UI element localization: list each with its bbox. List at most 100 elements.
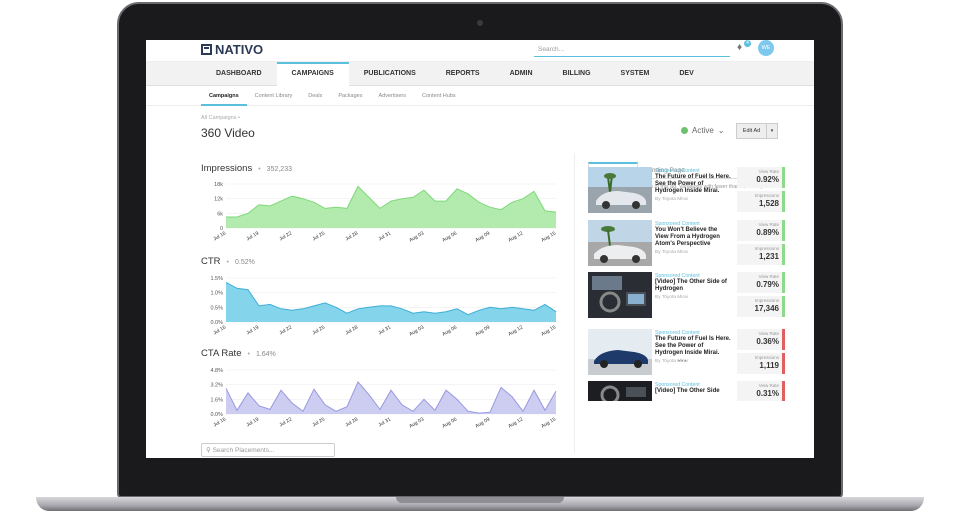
ad-variation-card[interactable]: Sponsored Content [Video] The Other Side V…	[588, 381, 785, 401]
data-point[interactable]	[367, 306, 370, 309]
data-point[interactable]	[422, 310, 425, 313]
ad-headline[interactable]: [Video] The Other Side	[655, 388, 731, 395]
avatar[interactable]: WE	[758, 40, 774, 56]
data-point[interactable]	[554, 310, 557, 313]
data-point[interactable]	[543, 303, 546, 306]
bell-icon[interactable]: ♦ 4	[737, 40, 751, 56]
data-point[interactable]	[400, 403, 403, 406]
more-indicator[interactable]: •••	[678, 359, 687, 365]
data-point[interactable]	[345, 207, 348, 210]
data-point[interactable]	[235, 287, 238, 290]
data-point[interactable]	[499, 386, 502, 389]
data-point[interactable]	[400, 197, 403, 200]
data-point[interactable]	[455, 307, 458, 310]
data-point[interactable]	[334, 206, 337, 209]
data-point[interactable]	[543, 209, 546, 212]
data-point[interactable]	[345, 312, 348, 315]
ad-thumbnail[interactable]	[588, 220, 652, 266]
data-point[interactable]	[345, 405, 348, 408]
search-placements-input[interactable]: ⚲ Search Placements...	[201, 443, 335, 457]
data-point[interactable]	[389, 200, 392, 203]
data-point[interactable]	[411, 312, 414, 315]
nav-item-publications[interactable]: PUBLICATIONS	[349, 62, 431, 86]
data-point[interactable]	[257, 304, 260, 307]
ad-variation-card[interactable]: Sponsored Content The Future of Fuel Is H…	[588, 167, 785, 213]
data-point[interactable]	[323, 403, 326, 406]
data-point[interactable]	[290, 401, 293, 404]
data-point[interactable]	[224, 387, 227, 390]
data-point[interactable]	[532, 309, 535, 312]
data-point[interactable]	[455, 187, 458, 190]
data-point[interactable]	[367, 393, 370, 396]
data-point[interactable]	[235, 409, 238, 412]
data-point[interactable]	[444, 200, 447, 203]
data-point[interactable]	[378, 304, 381, 307]
data-point[interactable]	[521, 410, 524, 413]
ad-variation-card[interactable]: Sponsored Content You Won't Believe the V…	[588, 220, 785, 266]
data-point[interactable]	[543, 409, 546, 412]
breadcrumb[interactable]: All Campaigns •	[201, 115, 240, 121]
ad-thumbnail[interactable]	[588, 272, 652, 318]
ad-headline[interactable]: [Video] The Other Side of Hydrogen	[655, 279, 731, 293]
subnav-item-packages[interactable]: Packages	[330, 86, 370, 106]
nav-item-dev[interactable]: DEV	[664, 62, 708, 86]
data-point[interactable]	[510, 201, 513, 204]
data-point[interactable]	[422, 398, 425, 401]
data-point[interactable]	[301, 307, 304, 310]
data-point[interactable]	[389, 304, 392, 307]
ad-headline[interactable]: The Future of Fuel Is Here. See the Powe…	[655, 336, 731, 357]
data-point[interactable]	[257, 404, 260, 407]
subnav-item-content-hubs[interactable]: Content Hubs	[414, 86, 464, 106]
ad-thumbnail[interactable]	[588, 381, 652, 401]
data-point[interactable]	[521, 197, 524, 200]
data-point[interactable]	[499, 208, 502, 211]
data-point[interactable]	[554, 211, 557, 214]
data-point[interactable]	[257, 203, 260, 206]
nav-item-billing[interactable]: BILLING	[548, 62, 606, 86]
ad-thumbnail[interactable]	[588, 329, 652, 375]
nav-item-admin[interactable]: ADMIN	[495, 62, 548, 86]
data-point[interactable]	[488, 306, 491, 309]
data-point[interactable]	[268, 204, 271, 207]
data-point[interactable]	[312, 388, 315, 391]
data-point[interactable]	[510, 395, 513, 398]
data-point[interactable]	[466, 192, 469, 195]
data-point[interactable]	[466, 410, 469, 413]
data-point[interactable]	[290, 309, 293, 312]
nav-item-system[interactable]: SYSTEM	[606, 62, 665, 86]
data-point[interactable]	[323, 207, 326, 210]
data-point[interactable]	[532, 190, 535, 193]
data-point[interactable]	[466, 313, 469, 316]
data-point[interactable]	[488, 411, 491, 414]
data-point[interactable]	[488, 206, 491, 209]
data-point[interactable]	[246, 391, 249, 394]
data-point[interactable]	[356, 307, 359, 310]
data-point[interactable]	[378, 207, 381, 210]
data-point[interactable]	[433, 312, 436, 315]
nav-item-campaigns[interactable]: CAMPAIGNS	[276, 62, 349, 86]
ad-headline[interactable]: The Future of Fuel Is Here. See the Powe…	[655, 174, 731, 195]
data-point[interactable]	[334, 410, 337, 413]
data-point[interactable]	[477, 309, 480, 312]
ad-variation-card[interactable]: Sponsored Content The Future of Fuel Is H…	[588, 329, 785, 375]
data-point[interactable]	[279, 307, 282, 310]
data-point[interactable]	[411, 410, 414, 413]
data-point[interactable]	[290, 195, 293, 198]
nav-item-dashboard[interactable]: DASHBOARD	[201, 62, 277, 86]
data-point[interactable]	[235, 215, 238, 218]
subnav-item-deals[interactable]: Deals	[300, 86, 330, 106]
data-point[interactable]	[268, 303, 271, 306]
data-point[interactable]	[521, 307, 524, 310]
status-dropdown[interactable]: Active ⌄	[681, 126, 725, 135]
data-point[interactable]	[433, 409, 436, 412]
data-point[interactable]	[367, 196, 370, 199]
data-point[interactable]	[279, 389, 282, 392]
data-point[interactable]	[422, 189, 425, 192]
data-point[interactable]	[510, 306, 513, 309]
data-point[interactable]	[389, 389, 392, 392]
data-point[interactable]	[455, 398, 458, 401]
caret-down-icon[interactable]: ▾	[766, 124, 777, 138]
data-point[interactable]	[499, 307, 502, 310]
data-point[interactable]	[411, 196, 414, 199]
nav-item-reports[interactable]: REPORTS	[431, 62, 495, 86]
